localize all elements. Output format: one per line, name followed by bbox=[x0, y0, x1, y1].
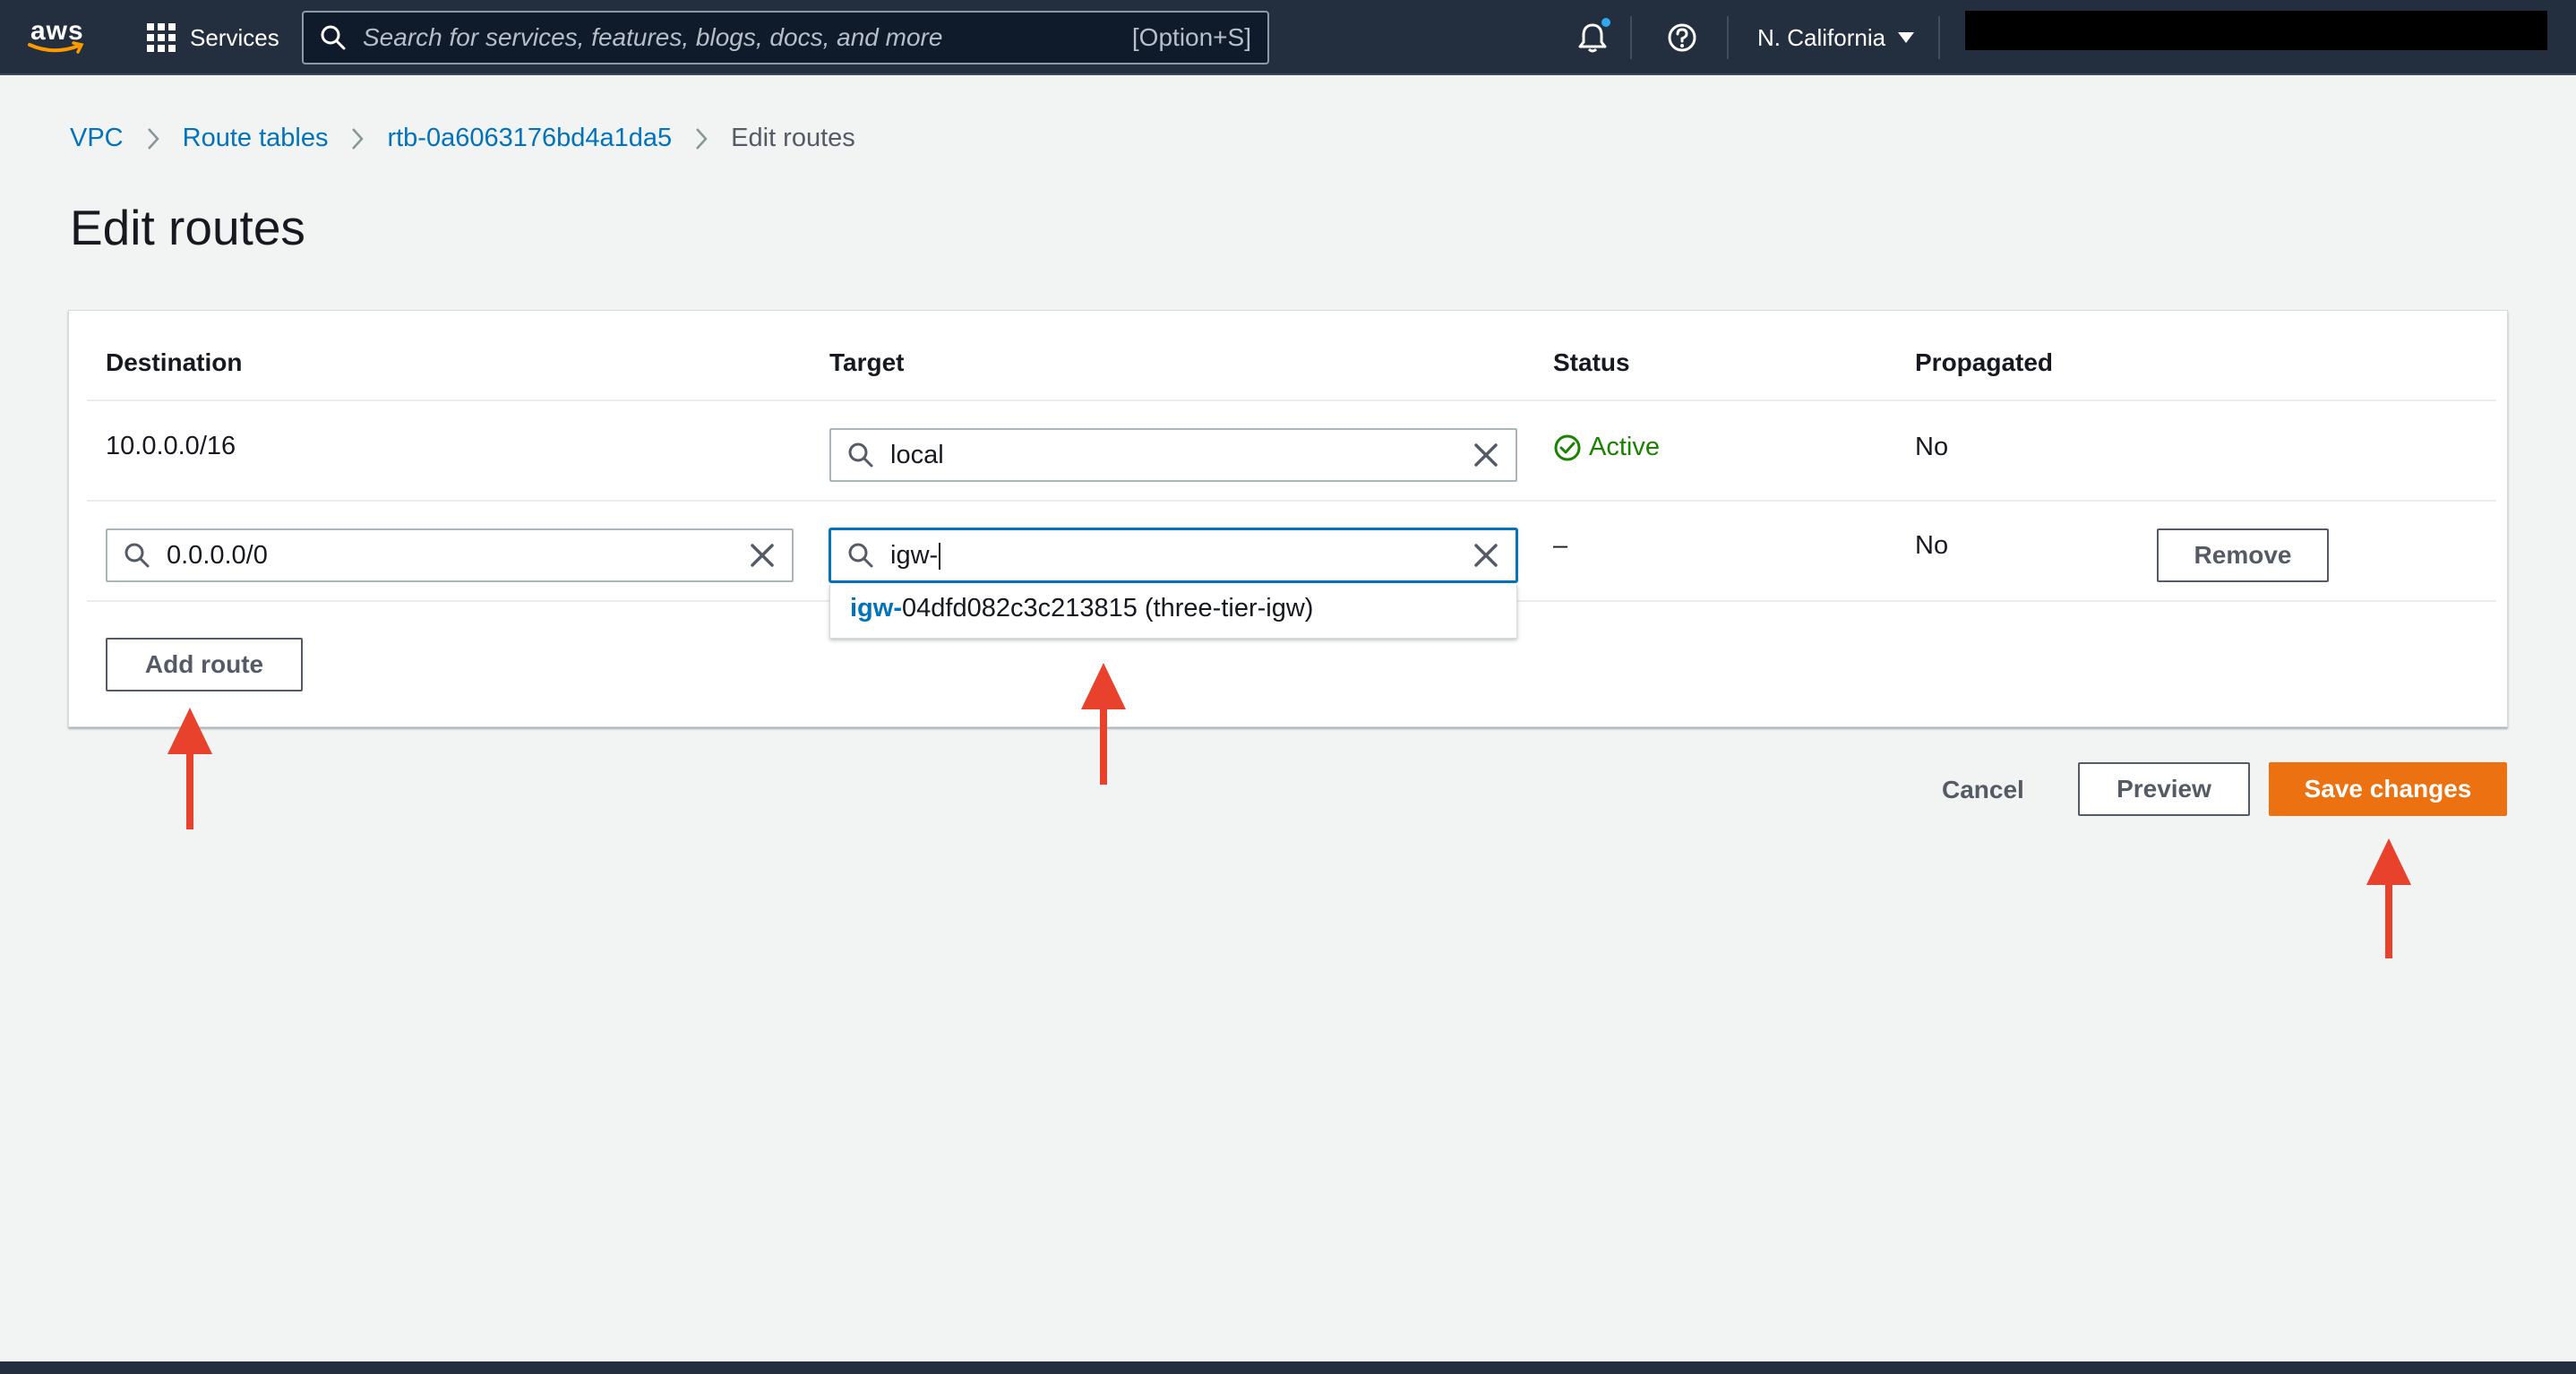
preview-button[interactable]: Preview bbox=[2078, 762, 2250, 816]
route-target-value: local bbox=[890, 440, 944, 469]
help-button[interactable] bbox=[1664, 20, 1700, 56]
help-icon bbox=[1668, 23, 1696, 52]
row-divider bbox=[87, 500, 2496, 502]
global-search-input[interactable]: Search for services, features, blogs, do… bbox=[302, 11, 1269, 64]
routes-panel: Destination Target Status Propagated 10.… bbox=[68, 310, 2508, 727]
suggestion-option-rest: 04dfd082c3c213815 (three-tier-igw) bbox=[902, 594, 1314, 623]
route-destination-text: 10.0.0.0/16 bbox=[106, 432, 236, 460]
route-target-value: igw- bbox=[890, 541, 1473, 571]
route-target-input[interactable]: local bbox=[829, 428, 1517, 482]
propagated-text: No bbox=[1915, 531, 1949, 560]
region-selector[interactable]: N. California bbox=[1757, 20, 1915, 56]
column-header-destination: Destination bbox=[106, 348, 243, 376]
top-navigation: aws Services Search for services, featur… bbox=[0, 0, 2576, 75]
column-header-propagated: Propagated bbox=[1915, 348, 2054, 376]
clear-icon[interactable] bbox=[749, 542, 776, 569]
annotation-arrow-icon bbox=[2366, 838, 2411, 958]
services-label: Services bbox=[190, 23, 279, 51]
route-target-input[interactable]: igw- bbox=[829, 528, 1517, 582]
annotation-arrow-icon bbox=[167, 708, 212, 829]
search-icon bbox=[848, 543, 873, 568]
propagated-text: No bbox=[1915, 433, 1949, 461]
breadcrumb-current: Edit routes bbox=[731, 124, 855, 152]
route-target-typed-text: igw- bbox=[890, 540, 939, 570]
chevron-right-icon bbox=[351, 127, 365, 150]
check-circle-icon bbox=[1554, 434, 1581, 460]
bottom-bar bbox=[0, 1361, 2576, 1374]
caret-down-icon bbox=[1898, 32, 1915, 43]
aws-logo[interactable]: aws bbox=[27, 14, 90, 59]
target-suggestions-dropdown: igw-04dfd082c3c213815 (three-tier-igw) bbox=[829, 585, 1517, 639]
breadcrumb-vpc[interactable]: VPC bbox=[70, 124, 124, 153]
account-menu-redacted[interactable] bbox=[1965, 11, 2547, 50]
notification-dot bbox=[1601, 18, 1610, 27]
chevron-right-icon bbox=[695, 127, 708, 150]
page-title: Edit routes bbox=[70, 200, 305, 255]
breadcrumb-route-table-id[interactable]: rtb-0a6063176bd4a1da5 bbox=[387, 124, 672, 153]
nav-divider bbox=[1938, 16, 1940, 59]
add-route-button[interactable]: Add route bbox=[106, 638, 303, 691]
grid-icon bbox=[147, 23, 176, 52]
route-destination-value: 0.0.0.0/0 bbox=[167, 540, 268, 570]
clear-icon[interactable] bbox=[1473, 442, 1499, 468]
search-icon bbox=[321, 25, 346, 50]
row-divider bbox=[87, 399, 2496, 401]
breadcrumb: VPC Route tables rtb-0a6063176bd4a1da5 E… bbox=[70, 124, 855, 153]
clear-icon[interactable] bbox=[1473, 542, 1499, 569]
nav-divider bbox=[1727, 16, 1729, 59]
cancel-button[interactable]: Cancel bbox=[1942, 776, 2024, 804]
route-destination-input[interactable]: 0.0.0.0/0 bbox=[106, 528, 794, 582]
search-placeholder: Search for services, features, blogs, do… bbox=[363, 23, 943, 51]
remove-route-button[interactable]: Remove bbox=[2157, 528, 2329, 582]
save-changes-button[interactable]: Save changes bbox=[2269, 762, 2507, 816]
region-label: N. California bbox=[1757, 23, 1886, 51]
suggestion-match-highlight: igw- bbox=[850, 594, 902, 623]
breadcrumb-route-tables[interactable]: Route tables bbox=[183, 124, 329, 153]
status-badge: Active bbox=[1553, 433, 1660, 462]
search-icon bbox=[848, 442, 873, 468]
column-header-target: Target bbox=[829, 348, 905, 376]
annotation-arrow-icon bbox=[1081, 663, 1126, 785]
suggestion-option-igw[interactable]: igw-04dfd082c3c213815 (three-tier-igw) bbox=[850, 594, 1313, 623]
text-cursor bbox=[939, 542, 941, 570]
services-menu-button[interactable]: Services bbox=[147, 20, 279, 56]
nav-divider bbox=[1630, 16, 1632, 59]
status-text: – bbox=[1553, 531, 1568, 560]
status-text: Active bbox=[1589, 433, 1660, 461]
aws-smile-icon bbox=[28, 41, 84, 54]
notifications-button[interactable] bbox=[1575, 18, 1610, 56]
search-shortcut-hint: [Option+S] bbox=[1131, 23, 1251, 51]
search-icon bbox=[125, 543, 150, 568]
chevron-right-icon bbox=[147, 127, 159, 150]
column-header-status: Status bbox=[1553, 348, 1630, 376]
